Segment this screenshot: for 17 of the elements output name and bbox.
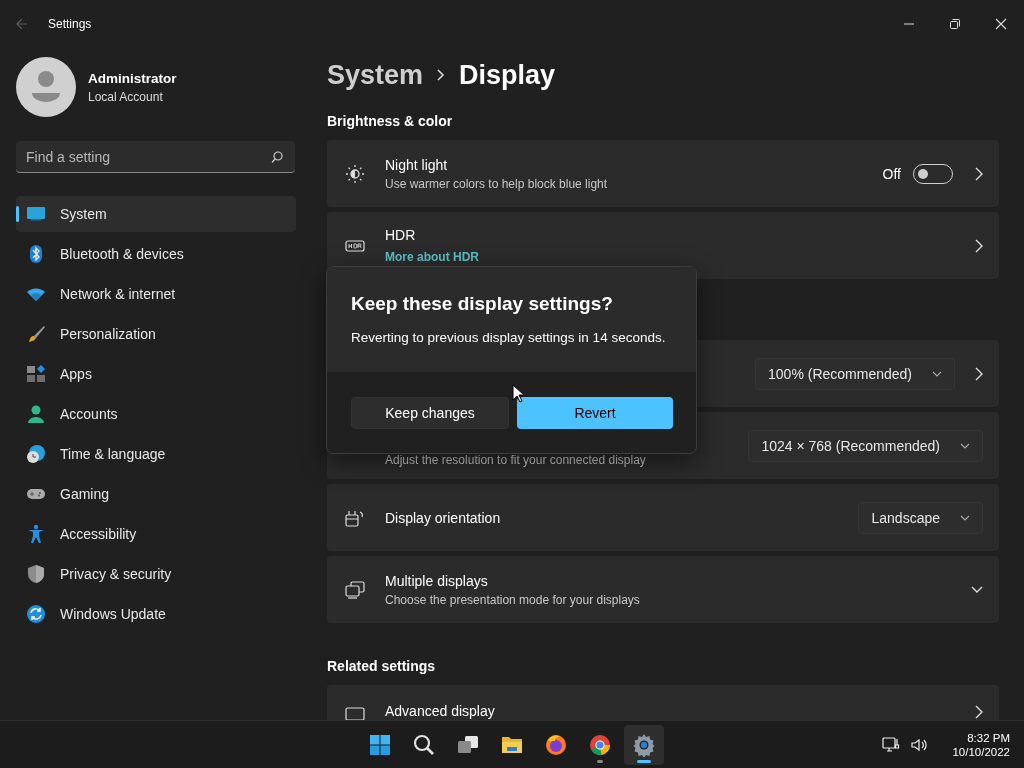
setting-title: Display orientation xyxy=(385,508,502,527)
setting-title: HDR xyxy=(385,226,417,244)
setting-title: Advanced display xyxy=(385,702,496,720)
breadcrumb-item: Display xyxy=(459,59,556,91)
setting-description: Use warmer colors to help block blue light xyxy=(385,176,609,192)
section-heading: Related settings xyxy=(327,657,437,676)
toggle-state-label: Off xyxy=(882,165,901,182)
setting-title: Night light xyxy=(385,155,449,174)
setting-description: Adjust the resolution to fit your connected display xyxy=(385,452,647,468)
section-heading: Brightness & color xyxy=(327,112,454,131)
account-name: Administrator xyxy=(88,70,177,86)
setting-title: Multiple displays xyxy=(385,571,489,590)
window-title: Settings xyxy=(48,17,92,31)
setting-description: Choose the presentation mode for your displays xyxy=(385,592,641,608)
dialog-title: Keep these display settings? xyxy=(351,293,614,315)
dialog-message: Reverting to previous display settings in 14 seconds. xyxy=(351,330,667,345)
account-type: Local Account xyxy=(88,89,164,104)
